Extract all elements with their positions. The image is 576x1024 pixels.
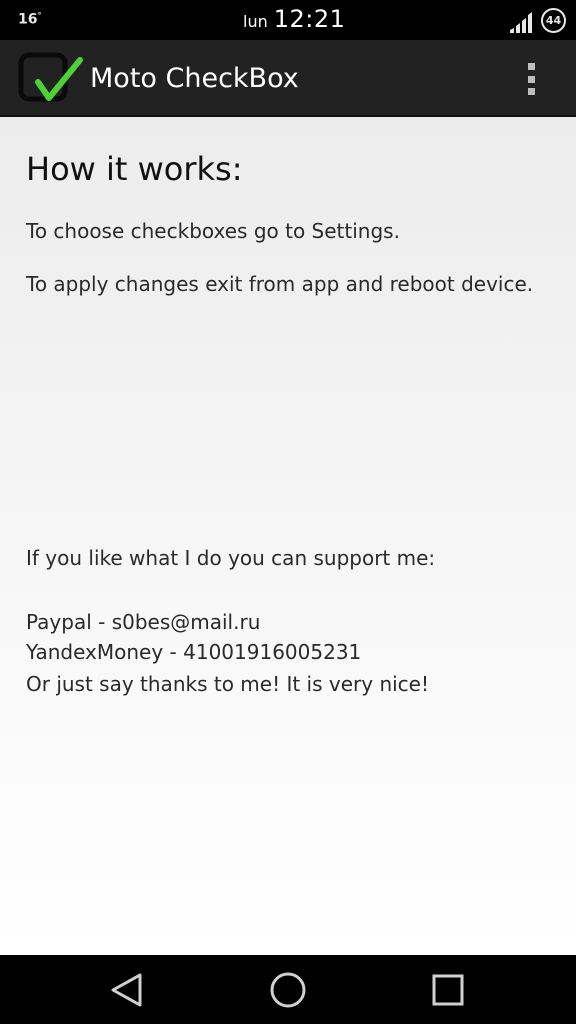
battery-icon: 44 [541,8,566,33]
overflow-dot [527,75,535,83]
battery-level: 44 [545,14,562,27]
navigation-bar [0,955,576,1024]
temperature-value: 16 [18,11,38,28]
temperature: 16° [18,11,41,28]
status-bar: 16° lun 12:21 44 [0,0,576,40]
time-label: 12:21 [273,5,346,33]
signal-icon [510,12,532,33]
overflow-dot [527,63,535,70]
clock: lun 12:21 [243,5,345,35]
support-intro: If you like what I do you can support me… [26,546,436,570]
temperature-unit: ° [37,11,42,20]
page-title: How it works: [26,150,243,188]
back-icon[interactable] [106,970,146,1010]
support-paypal: Paypal - s0bes@mail.ru [26,610,261,634]
overflow-menu-icon[interactable] [522,60,540,98]
home-icon[interactable] [268,970,308,1010]
day-label: lun [243,12,268,31]
checkbox-check-icon [18,52,83,102]
support-thanks: Or just say thanks to me! It is very nic… [26,672,429,696]
app-title: Moto CheckBox [90,63,299,94]
recents-icon[interactable] [428,970,468,1010]
main-content: How it works: To choose checkboxes go to… [0,117,576,955]
overflow-dot [527,88,535,95]
action-bar: Moto CheckBox [0,40,576,117]
instruction-reboot: To apply changes exit from app and reboo… [26,272,534,296]
instruction-settings: To choose checkboxes go to Settings. [26,219,400,243]
support-yandex: YandexMoney - 41001916005231 [26,640,362,664]
